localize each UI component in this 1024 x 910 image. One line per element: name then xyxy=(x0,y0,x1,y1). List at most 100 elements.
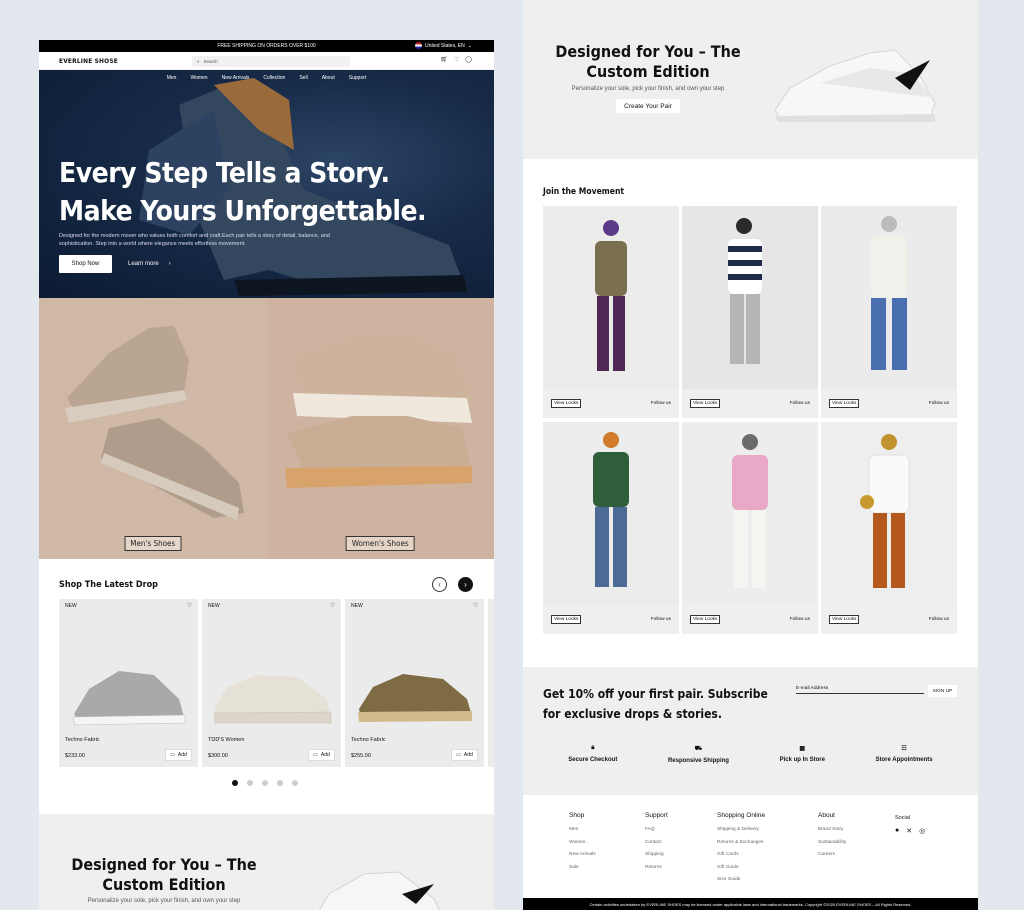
view-looks-button[interactable]: View Looks xyxy=(829,615,860,624)
carousel-prev-button[interactable]: ‹ xyxy=(432,577,447,592)
footer-link[interactable]: Returns xyxy=(645,862,668,875)
facebook-icon[interactable]: ● xyxy=(895,827,899,835)
pagination-dot[interactable] xyxy=(232,780,238,786)
footer-column-support: Support FAQ Contact Shipping Returns xyxy=(645,812,668,874)
add-label: Add xyxy=(463,752,473,758)
look-card[interactable]: View Looks Follow us xyxy=(543,206,679,418)
product-image xyxy=(72,671,186,726)
store-icon: ▦ xyxy=(799,746,806,752)
footer-link[interactable]: Sustainability xyxy=(818,837,846,850)
user-icon[interactable]: ◯ xyxy=(465,56,472,63)
footer-link[interactable]: Size Guide xyxy=(717,874,765,887)
footer-link[interactable]: Gift Guide xyxy=(717,862,765,875)
footer-link[interactable]: Shipping xyxy=(645,849,668,862)
view-looks-button[interactable]: View Looks xyxy=(551,615,582,624)
add-label: Add xyxy=(177,752,187,758)
custom-subtitle: Personalize your sole, pick your finish,… xyxy=(87,898,241,904)
wishlist-heart-icon[interactable]: ♡ xyxy=(330,602,335,609)
category-men[interactable]: Men's Shoes xyxy=(39,298,267,559)
product-card-partial[interactable] xyxy=(488,599,494,767)
view-looks-button[interactable]: View Looks xyxy=(551,399,582,408)
email-field[interactable]: E-mail Address xyxy=(796,686,924,694)
follow-us-link[interactable]: Follow us xyxy=(651,617,671,622)
x-twitter-icon[interactable]: ✕ xyxy=(906,827,912,835)
header: EVERLINE SHOSE ⌕ Search 🛒︎ ♡ ◯ xyxy=(39,52,494,70)
learn-more-button[interactable]: Learn more › xyxy=(128,255,171,273)
lock-icon: 🔒︎ xyxy=(591,745,595,751)
follow-us-link[interactable]: Follow us xyxy=(790,401,810,406)
legal-bar: Certain activities undertaken by EVERLIN… xyxy=(523,898,978,910)
pagination-dot[interactable] xyxy=(262,780,268,786)
create-your-pair-button[interactable]: Create Your Pair xyxy=(616,99,680,113)
category-women[interactable]: Women's Shoes xyxy=(266,298,494,559)
logo[interactable]: EVERLINE SHOSE xyxy=(59,57,118,65)
wishlist-heart-icon[interactable]: ♡ xyxy=(187,602,192,609)
footer-link[interactable]: Brand Story xyxy=(818,824,846,837)
view-looks-button[interactable]: View Looks xyxy=(829,399,860,408)
pagination-dot[interactable] xyxy=(277,780,283,786)
product-price: $233.00 xyxy=(65,753,85,759)
look-card[interactable]: View Looks Follow us xyxy=(821,206,957,418)
product-image xyxy=(213,675,332,724)
footer-social: Social ● ✕ ◎ xyxy=(895,815,925,835)
footer-link[interactable]: New Arrivals xyxy=(569,849,596,862)
region-selector[interactable]: United States, EN ⌄ xyxy=(415,42,472,49)
footer-heading: Shop xyxy=(569,812,585,819)
footer-link[interactable]: Contact xyxy=(645,837,668,850)
search-placeholder: Search xyxy=(203,59,218,64)
footer-link[interactable]: Gift Cards xyxy=(717,849,765,862)
add-to-cart-button[interactable]: ▭ Add xyxy=(451,749,478,761)
custom-edition-section: Designed for You – The Custom Edition Pe… xyxy=(39,814,494,910)
follow-us-link[interactable]: Follow us xyxy=(929,401,949,406)
look-card[interactable]: View Looks Follow us xyxy=(682,206,818,418)
look-card[interactable]: View Looks Follow us xyxy=(821,422,957,634)
chevron-down-icon: ⌄ xyxy=(467,42,472,49)
product-card[interactable]: NEW ♡ Techno Fabric $233.00 ▭ Add xyxy=(59,599,198,767)
product-image xyxy=(358,674,472,722)
landing-page-left: FREE SHIPPING ON ORDERS OVER $100 United… xyxy=(39,40,494,910)
instagram-icon[interactable]: ◎ xyxy=(919,827,925,835)
model-figure xyxy=(595,220,627,371)
look-photo xyxy=(821,206,957,389)
view-looks-button[interactable]: View Looks xyxy=(690,399,721,408)
footer-column-about: About Brand Story Sustainability Careers xyxy=(818,812,846,862)
follow-us-link[interactable]: Follow us xyxy=(651,401,671,406)
footer-link[interactable]: Men xyxy=(569,824,596,837)
shop-now-button[interactable]: Shop Now xyxy=(59,255,112,273)
footer-link[interactable]: Careers xyxy=(818,849,846,862)
bag-icon: ▭ xyxy=(456,752,461,758)
hero-title-line1: Every Step Tells a Story. xyxy=(59,156,390,189)
look-card[interactable]: View Looks Follow us xyxy=(543,422,679,634)
carousel-next-button[interactable]: › xyxy=(458,577,473,592)
heart-icon[interactable]: ♡ xyxy=(454,56,459,63)
new-badge: NEW xyxy=(351,603,363,609)
look-card[interactable]: View Looks Follow us xyxy=(682,422,818,634)
signup-button[interactable]: SIGN UP xyxy=(928,685,957,697)
wishlist-heart-icon[interactable]: ♡ xyxy=(473,602,478,609)
product-card[interactable]: NEW ♡ Techno Fabric $255.00 ▭ Add xyxy=(345,599,484,767)
pagination-dot[interactable] xyxy=(292,780,298,786)
follow-us-link[interactable]: Follow us xyxy=(790,617,810,622)
look-photo xyxy=(821,422,957,605)
search-input[interactable]: ⌕ Search xyxy=(192,56,350,67)
cart-icon[interactable]: 🛒︎ xyxy=(440,56,448,63)
social-heading: Social xyxy=(895,815,910,821)
product-card[interactable]: NEW ♡ TDD'S Women $300.00 ▭ Add xyxy=(202,599,341,767)
footer-link[interactable]: Women xyxy=(569,837,596,850)
model-figure xyxy=(860,434,910,588)
promo-text: FREE SHIPPING ON ORDERS OVER $100 xyxy=(217,43,316,49)
footer-link[interactable]: Returns & Exchanges xyxy=(717,837,765,850)
pagination-dot[interactable] xyxy=(247,780,253,786)
look-photo xyxy=(543,206,679,389)
add-to-cart-button[interactable]: ▭ Add xyxy=(165,749,192,761)
follow-us-link[interactable]: Follow us xyxy=(929,617,949,622)
product-name: TDD'S Women xyxy=(208,737,245,743)
add-to-cart-button[interactable]: ▭ Add xyxy=(308,749,335,761)
hero-description: Designed for the modern mover who values… xyxy=(59,233,330,247)
hero-title-line2: Make Yours Unforgettable. xyxy=(59,194,427,227)
footer: Shop Men Women New Arrivals Sale Support… xyxy=(523,795,978,898)
view-looks-button[interactable]: View Looks xyxy=(690,615,721,624)
footer-link[interactable]: Shipping & Delivery xyxy=(717,824,765,837)
footer-link[interactable]: FAQ xyxy=(645,824,668,837)
footer-link[interactable]: Sale xyxy=(569,862,596,875)
